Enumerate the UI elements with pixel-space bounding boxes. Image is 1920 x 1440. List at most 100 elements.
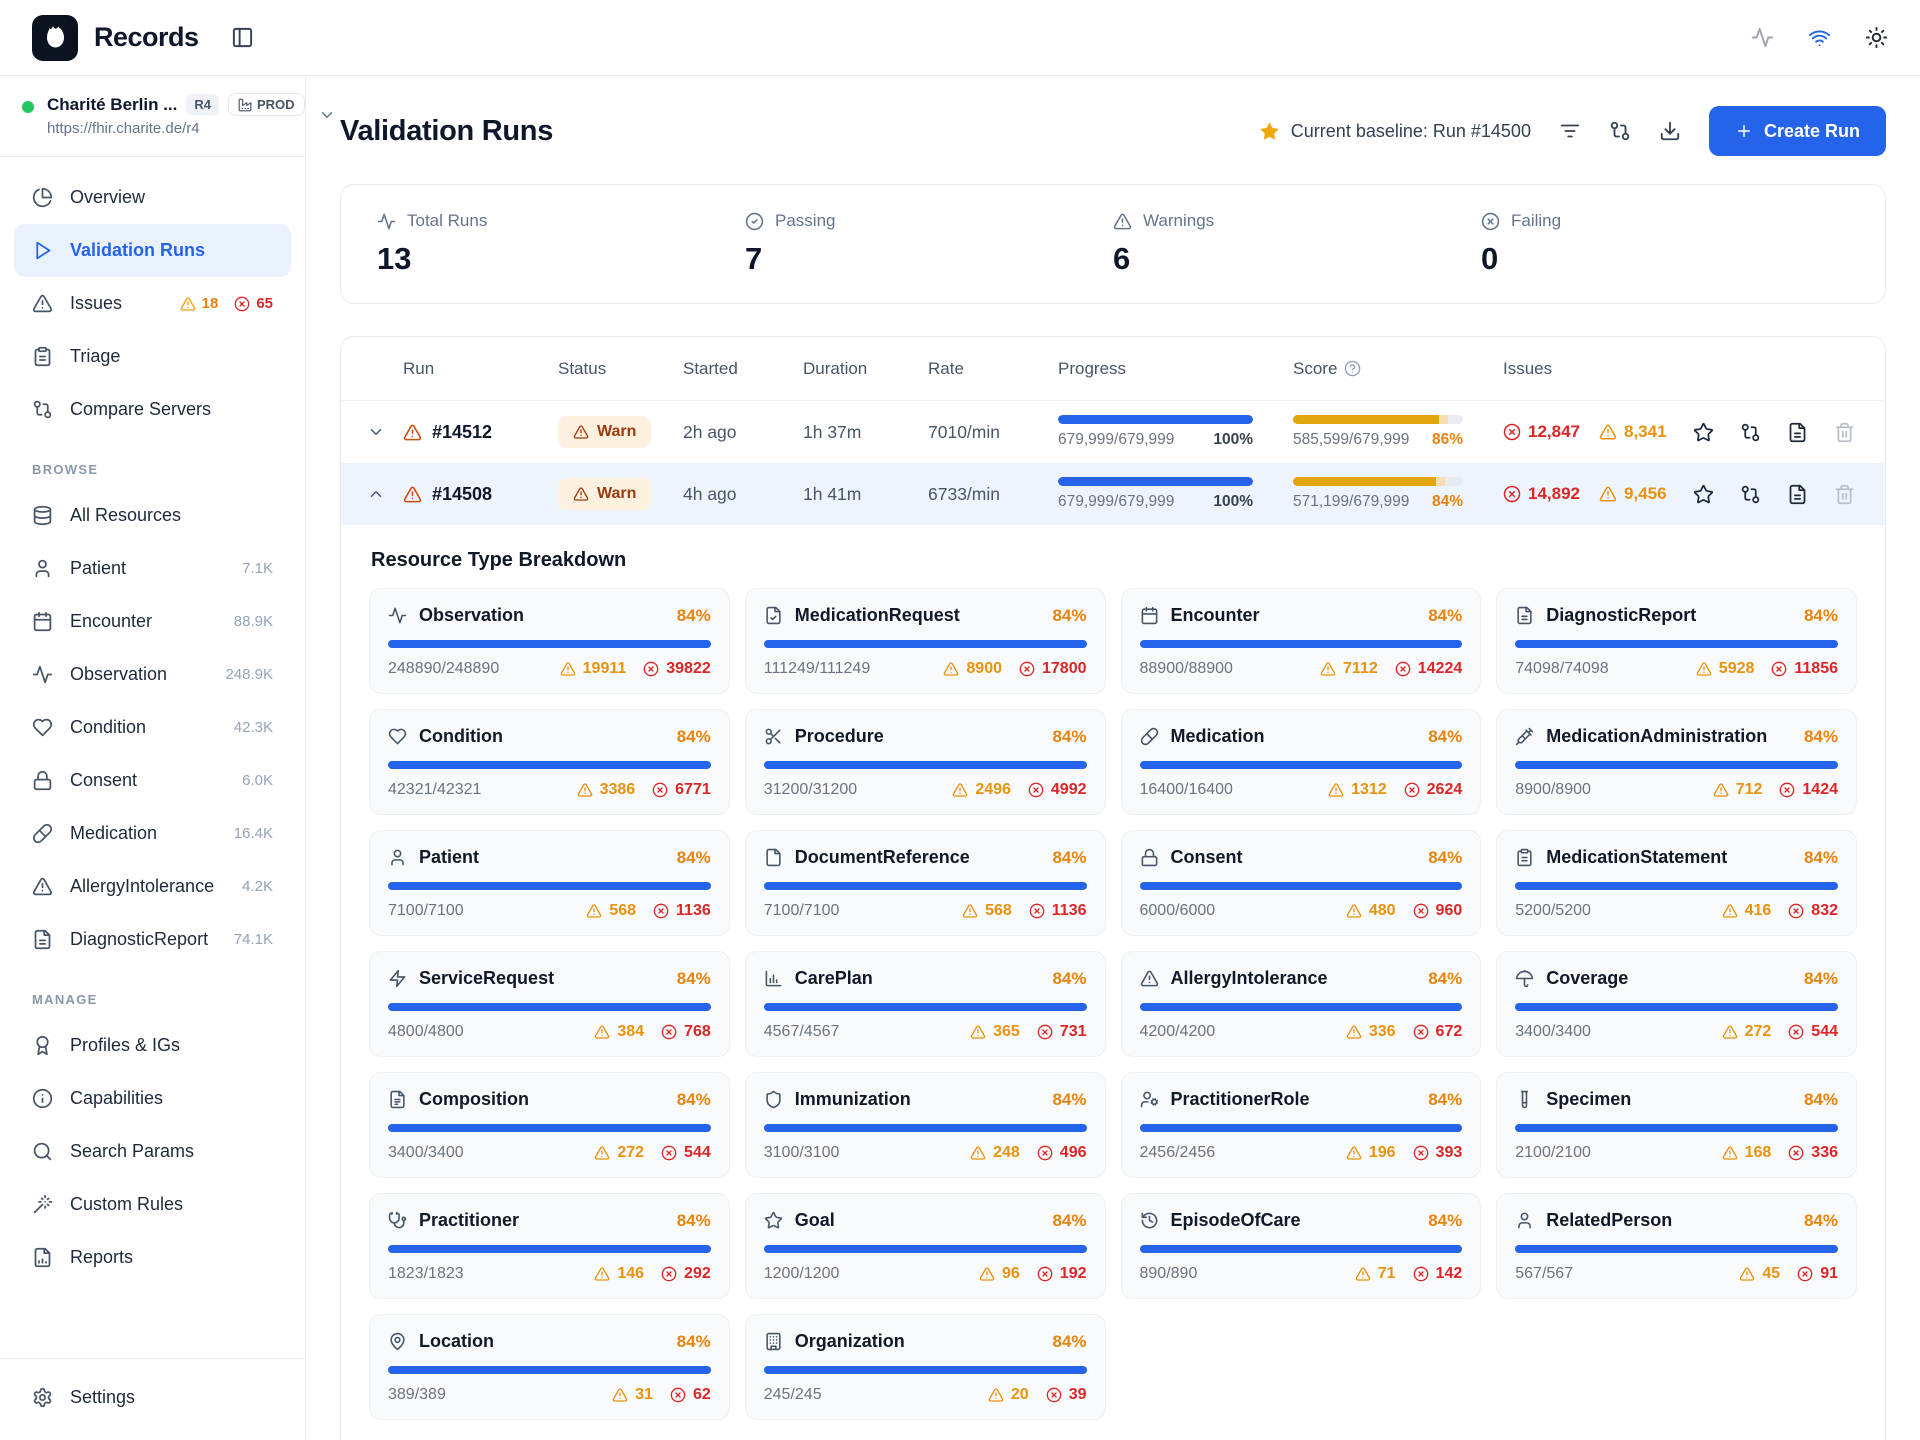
app-logo[interactable] [32,15,78,61]
sidebar-manage-item[interactable]: Reports [14,1231,291,1284]
activity-status-icon[interactable] [1751,26,1774,49]
resource-card[interactable]: CarePlan 84% 4567/4567 365 731 [745,951,1106,1057]
compare-run-icon[interactable] [1740,422,1761,443]
sidebar-browse-item[interactable]: Patient 7.1K [14,542,291,595]
resource-card[interactable]: Coverage 84% 3400/3400 272 544 [1496,951,1857,1057]
expand-chevron-icon[interactable] [367,423,385,441]
sidebar-nav-item[interactable]: Triage [14,330,291,383]
resource-card[interactable]: MedicationRequest 84% 111249/111249 8900… [745,588,1106,694]
sidebar-nav-item[interactable]: Overview [14,171,291,224]
status-badge: Warn [558,416,651,448]
resource-card[interactable]: Specimen 84% 2100/2100 168 336 [1496,1072,1857,1178]
resource-card[interactable]: Goal 84% 1200/1200 96 192 [745,1193,1106,1299]
collapse-chevron-icon[interactable] [367,485,385,503]
resource-card[interactable]: ServiceRequest 84% 4800/4800 384 768 [369,951,730,1057]
sidebar-browse-item[interactable]: Condition 42.3K [14,701,291,754]
stat-label: Failing [1511,211,1561,231]
resource-card[interactable]: EpisodeOfCare 84% 890/890 71 142 [1121,1193,1482,1299]
alert-triangle-icon [1599,423,1617,441]
x-circle-icon [1029,903,1045,919]
view-report-icon[interactable] [1787,484,1808,505]
x-circle-icon [1037,1266,1053,1282]
resource-card[interactable]: Composition 84% 3400/3400 272 544 [369,1072,730,1178]
resource-card[interactable]: AllergyIntolerance 84% 4200/4200 336 672 [1121,951,1482,1057]
sidebar-item-settings[interactable]: Settings [14,1371,291,1424]
sidebar-browse-item[interactable]: Encounter 88.9K [14,595,291,648]
resource-card[interactable]: Procedure 84% 31200/31200 2496 4992 [745,709,1106,815]
resource-count: 74098/74098 [1515,660,1608,678]
resource-card[interactable]: MedicationStatement 84% 5200/5200 416 83… [1496,830,1857,936]
resource-card[interactable]: DiagnosticReport 84% 74098/74098 5928 11… [1496,588,1857,694]
resource-card[interactable]: Immunization 84% 3100/3100 248 496 [745,1072,1106,1178]
sidebar-browse-item[interactable]: Observation 248.9K [14,648,291,701]
sidebar-toggle-icon[interactable] [231,26,254,49]
star-icon [764,1211,783,1230]
sidebar-browse-item[interactable]: Consent 6.0K [14,754,291,807]
resource-card[interactable]: Organization 84% 245/245 20 39 [745,1314,1106,1420]
create-run-button[interactable]: Create Run [1709,106,1886,156]
stat-label: Warnings [1143,211,1214,231]
resource-card[interactable]: Location 84% 389/389 31 62 [369,1314,730,1420]
progress-cell: 679,999/679,999100% [1058,477,1293,511]
resource-card[interactable]: Practitioner 84% 1823/1823 146 292 [369,1193,730,1299]
resource-warn-count: 71 [1355,1265,1396,1283]
browse-item-label: AllergyIntolerance [70,876,214,897]
run-row-expanded[interactable]: #14508 Warn 4h ago 1h 41m 6733/min 679,9… [341,463,1885,525]
resource-card[interactable]: Patient 84% 7100/7100 568 1136 [369,830,730,936]
resource-score-pct: 84% [677,1211,711,1231]
run-row[interactable]: #14512 Warn 2h ago 1h 37m 7010/min 679,9… [341,401,1885,463]
resource-error-count: 6771 [652,781,711,799]
resource-progress-bar [764,1245,1087,1253]
resource-score-pct: 84% [1428,848,1462,868]
resource-card[interactable]: DocumentReference 84% 7100/7100 568 1136 [745,830,1106,936]
sidebar-manage-item[interactable]: Search Params [14,1125,291,1178]
resource-score-pct: 84% [1428,969,1462,989]
sidebar-nav-item[interactable]: Issues 18 65 [14,277,291,330]
resource-name: RelatedPerson [1546,1210,1672,1231]
stat-value: 13 [377,241,745,277]
sidebar-nav-item[interactable]: Compare Servers [14,383,291,436]
resource-card[interactable]: Consent 84% 6000/6000 480 960 [1121,830,1482,936]
view-report-icon[interactable] [1787,422,1808,443]
resource-card[interactable]: PractitionerRole 84% 2456/2456 196 393 [1121,1072,1482,1178]
resource-card[interactable]: Encounter 84% 88900/88900 7112 14224 [1121,588,1482,694]
browse-item-label: Patient [70,558,126,579]
resource-card[interactable]: Observation 84% 248890/248890 19911 3982… [369,588,730,694]
server-selector[interactable]: Charité Berlin ... R4 PROD https://fhir.… [0,76,305,157]
nav-item-label: Issues [70,293,122,314]
x-circle-icon [1046,1387,1062,1403]
wifi-icon[interactable] [1808,26,1831,49]
compare-runs-icon[interactable] [1609,120,1631,142]
x-circle-icon [1028,782,1044,798]
sidebar-browse-item[interactable]: DiagnosticReport 74.1K [14,913,291,966]
resource-error-count: 496 [1037,1144,1087,1162]
sidebar-browse-item[interactable]: Medication 16.4K [14,807,291,860]
sidebar-manage-item[interactable]: Capabilities [14,1072,291,1125]
sidebar-manage-item[interactable]: Custom Rules [14,1178,291,1231]
download-icon[interactable] [1659,120,1681,142]
x-circle-icon [670,1387,686,1403]
resource-count: 42.3K [234,719,273,736]
resource-count: 4567/4567 [764,1023,840,1041]
filter-icon[interactable] [1559,120,1581,142]
resource-card[interactable]: MedicationAdministration 84% 8900/8900 7… [1496,709,1857,815]
delete-run-icon[interactable] [1834,422,1855,443]
set-baseline-star-icon[interactable] [1693,484,1714,505]
help-icon[interactable] [1344,360,1361,377]
sidebar-browse-item[interactable]: All Resources [14,489,291,542]
x-circle-icon [1779,782,1795,798]
browse-item-label: Encounter [70,611,152,632]
set-baseline-star-icon[interactable] [1693,422,1714,443]
resource-count: 2100/2100 [1515,1144,1591,1162]
resource-card[interactable]: Medication 84% 16400/16400 1312 2624 [1121,709,1482,815]
sidebar-nav-item[interactable]: Validation Runs [14,224,291,277]
resource-card[interactable]: Condition 84% 42321/42321 3386 6771 [369,709,730,815]
resource-progress-bar [764,1003,1087,1011]
resource-warn-count: 7112 [1320,660,1378,678]
sidebar-browse-item[interactable]: AllergyIntolerance 4.2K [14,860,291,913]
theme-sun-icon[interactable] [1865,26,1888,49]
delete-run-icon[interactable] [1834,484,1855,505]
sidebar-manage-item[interactable]: Profiles & IGs [14,1019,291,1072]
resource-card[interactable]: RelatedPerson 84% 567/567 45 91 [1496,1193,1857,1299]
compare-run-icon[interactable] [1740,484,1761,505]
